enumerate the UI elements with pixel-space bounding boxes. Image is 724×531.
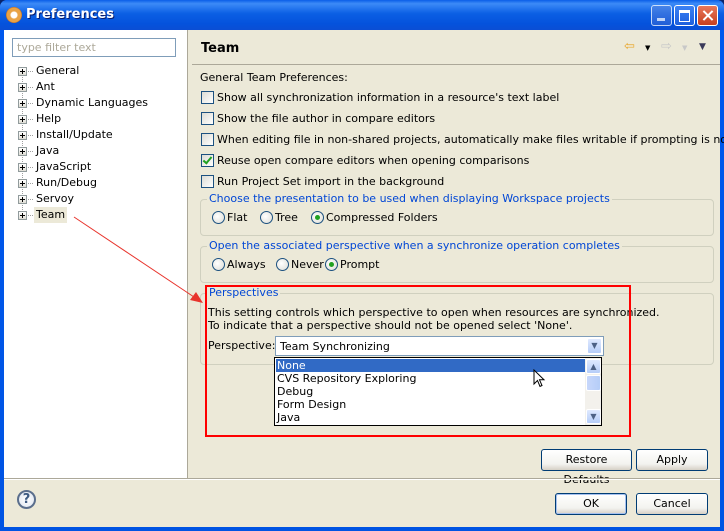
tree-connector [28,119,33,120]
tree-connector [28,71,33,72]
window-title: Preferences [26,7,114,22]
checkbox-label: Run Project Set import in the background [217,175,445,188]
forward-arrow-icon[interactable]: ⇨ [661,40,672,54]
radio-label: Tree [275,211,298,224]
radio-button[interactable] [325,258,338,271]
annotation-highlight-box [205,285,631,437]
radio-label: Always [227,258,266,271]
radio-button[interactable] [260,211,273,224]
restore-defaults-button[interactable]: Restore Defaults [541,449,632,486]
open-perspective-group: Open the associated perspective when a s… [200,239,714,283]
tree-connector [28,135,33,136]
radio-button[interactable] [212,211,225,224]
expand-icon[interactable] [18,163,27,172]
radio-button[interactable] [276,258,289,271]
preferences-window: Preferences type filter text General Ant D… [0,0,724,531]
checkbox-label: Show all synchronization information in … [217,91,560,104]
expand-icon[interactable] [18,147,27,156]
presentation-group: Choose the presentation to be used when … [200,192,714,236]
tree-item-label: Servoy [36,192,75,205]
expand-icon[interactable] [18,195,27,204]
general-team-preferences-label: General Team Preferences: [200,71,348,84]
expand-icon[interactable] [18,131,27,140]
radio-button[interactable] [311,211,324,224]
radio-label: Compressed Folders [326,211,438,224]
expand-icon[interactable] [18,67,27,76]
radio-label: Never [291,258,324,271]
checkbox[interactable] [201,154,214,167]
checkbox[interactable] [201,112,214,125]
expand-icon[interactable] [18,83,27,92]
app-icon [6,7,22,23]
back-arrow-icon[interactable]: ⇦ [624,40,635,54]
preference-tree-pane: type filter text General Ant Dynamic Langu… [4,30,187,478]
tree-guide-line [22,72,23,214]
page-title: Team [201,41,240,56]
filter-input[interactable]: type filter text [12,38,176,57]
tree-item-label: Install/Update [36,128,113,141]
cancel-button[interactable]: Cancel [636,493,708,515]
open-perspective-group-title: Open the associated perspective when a s… [207,239,622,252]
forward-dropdown-icon[interactable]: ▼ [682,44,687,52]
tree-connector [28,167,33,168]
tree-connector [28,183,33,184]
tree-connector [28,87,33,88]
presentation-group-title: Choose the presentation to be used when … [207,192,612,205]
radio-label: Flat [227,211,248,224]
expand-icon[interactable] [18,211,27,220]
checkbox[interactable] [201,175,214,188]
checkbox-label: Reuse open compare editors when opening … [217,154,530,167]
checkbox[interactable] [201,133,214,146]
tree-connector [28,151,33,152]
expand-icon[interactable] [18,179,27,188]
tree-connector [28,199,33,200]
tree-item-label: JavaScript [36,160,92,173]
radio-label: Prompt [340,258,380,271]
expand-icon[interactable] [18,115,27,124]
maximize-button[interactable] [674,5,695,26]
view-menu-icon[interactable]: ▼ [699,42,706,52]
minimize-button[interactable] [651,5,672,26]
expand-icon[interactable] [18,99,27,108]
close-button[interactable] [697,5,718,26]
ok-button[interactable]: OK [555,493,627,515]
tree-item-label: General [36,64,80,77]
tree-connector [28,103,33,104]
tree-item-label: Team [34,207,68,223]
footer-separator [4,478,720,480]
tree-item-label: Run/Debug [36,176,97,189]
apply-button[interactable]: Apply [636,449,708,471]
pane-divider[interactable] [187,30,188,478]
back-dropdown-icon[interactable]: ▼ [645,44,650,52]
checkbox[interactable] [201,91,214,104]
radio-button[interactable] [212,258,225,271]
tree-item-label: Help [36,112,62,125]
tree-connector [28,215,33,216]
checkbox-label: Show the file author in compare editors [217,112,436,125]
dialog-body: type filter text General Ant Dynamic Langu… [4,30,724,527]
help-icon[interactable]: ? [17,490,36,509]
title-bar[interactable]: Preferences [0,0,724,30]
page-header: Team ⇦ ▼ ⇨ ▼ ▼ [192,30,720,65]
tree-item-label: Dynamic Languages [36,96,149,109]
tree-item-label: Ant [36,80,55,93]
checkbox-label: When editing file in non-shared projects… [217,133,724,146]
tree-item-label: Java [36,144,60,157]
